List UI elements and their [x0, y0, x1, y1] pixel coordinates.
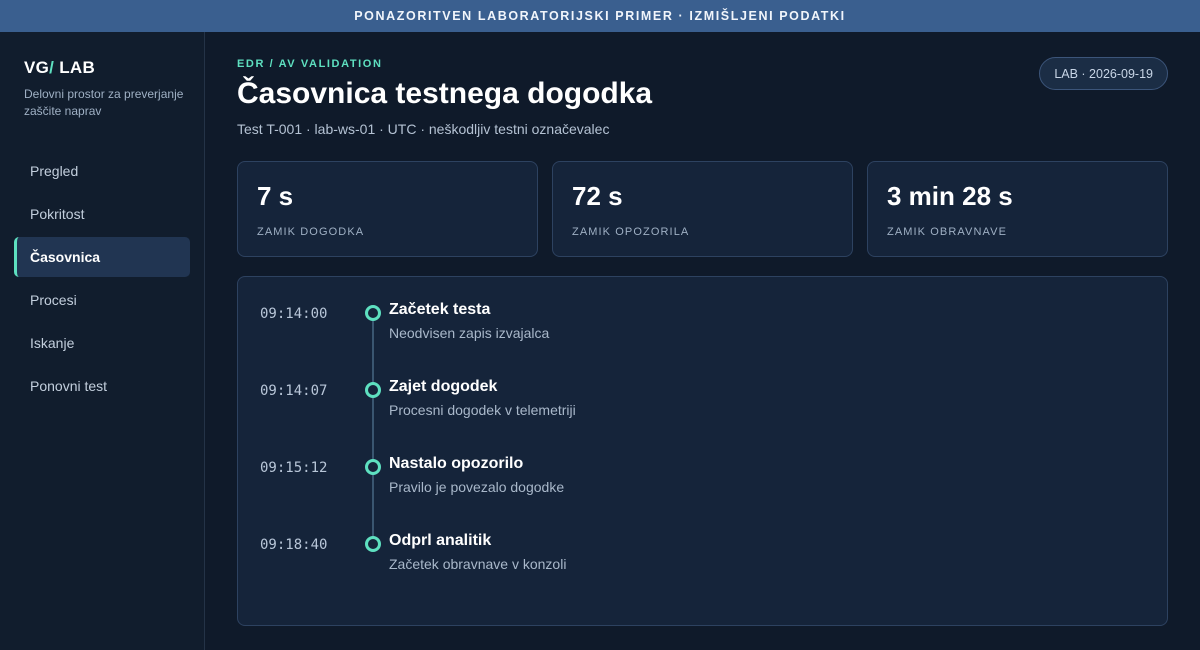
app-logo[interactable]: VG/ LAB: [14, 58, 190, 78]
page-title: Časovnica testnega dogodka: [237, 77, 653, 110]
metric-card-alert-delay: 72 s ZAMIK OPOZORILA: [552, 161, 853, 257]
metric-value: 7 s: [257, 181, 294, 211]
date-badge: LAB · 2026-09-19: [1039, 57, 1168, 90]
app-tagline: Delovni prostor za preverjanje zaščite n…: [24, 87, 184, 118]
logo-suffix: LAB: [54, 58, 96, 77]
timeline-dot-icon: [365, 382, 381, 398]
logo-main: VG: [24, 58, 50, 77]
sidebar-item-pokritost[interactable]: Pokritost: [14, 194, 190, 234]
event-time: 09:15:12: [260, 460, 328, 476]
metric-label: ZAMIK DOGODKA: [257, 226, 365, 238]
main-content: EDR / AV VALIDATION Časovnica testnega d…: [237, 32, 1168, 650]
event-description: Neodvisen zapis izvajalca: [389, 325, 550, 341]
event-title: Začetek testa: [389, 301, 491, 318]
sidebar-item-casovnica[interactable]: Časovnica: [14, 237, 190, 277]
timeline-dot-icon: [365, 536, 381, 552]
metric-label: ZAMIK OBRAVNAVE: [887, 226, 1008, 238]
metric-value: 3 min 28 s: [887, 181, 1013, 211]
timeline-panel: 09:14:00 Začetek testa Neodvisen zapis i…: [237, 276, 1168, 626]
sidebar-item-pregled[interactable]: Pregled: [14, 151, 190, 191]
timeline-event[interactable]: 09:15:12 Nastalo opozorilo Pravilo je po…: [238, 455, 1138, 515]
metric-card-response-delay: 3 min 28 s ZAMIK OBRAVNAVE: [867, 161, 1168, 257]
sidebar-item-procesi[interactable]: Procesi: [14, 280, 190, 320]
event-time: 09:14:00: [260, 306, 328, 322]
event-description: Pravilo je povezalo dogodke: [389, 479, 565, 495]
timeline-event[interactable]: 09:18:40 Odprl analitik Začetek obravnav…: [238, 532, 1138, 592]
event-time: 09:18:40: [260, 537, 328, 553]
sidebar-nav: Pregled Pokritost Časovnica Procesi Iska…: [14, 151, 190, 406]
section-eyebrow: EDR / AV VALIDATION: [237, 58, 383, 70]
sidebar: VG/ LAB Delovni prostor za preverjanje z…: [0, 32, 205, 650]
metric-label: ZAMIK OPOZORILA: [572, 226, 690, 238]
metric-value: 72 s: [572, 181, 623, 211]
timeline-dot-icon: [365, 459, 381, 475]
event-description: Začetek obravnave v konzoli: [389, 556, 567, 572]
event-title: Nastalo opozorilo: [389, 455, 524, 472]
event-title: Odprl analitik: [389, 532, 492, 549]
metric-card-event-delay: 7 s ZAMIK DOGODKA: [237, 161, 538, 257]
sidebar-item-iskanje[interactable]: Iskanje: [14, 323, 190, 363]
event-title: Zajet dogodek: [389, 378, 498, 395]
top-banner: PONAZORITVEN LABORATORIJSKI PRIMER · IZM…: [0, 0, 1200, 32]
timeline-dot-icon: [365, 305, 381, 321]
timeline-event[interactable]: 09:14:07 Zajet dogodek Procesni dogodek …: [238, 378, 1138, 438]
page-subtitle: Test T-001 · lab-ws-01 · UTC · neškodlji…: [237, 121, 610, 137]
sidebar-item-ponovni-test[interactable]: Ponovni test: [14, 366, 190, 406]
event-time: 09:14:07: [260, 383, 328, 399]
metrics-row: 7 s ZAMIK DOGODKA 72 s ZAMIK OPOZORILA 3…: [237, 161, 1168, 257]
event-description: Procesni dogodek v telemetriji: [389, 402, 576, 418]
timeline-event[interactable]: 09:14:00 Začetek testa Neodvisen zapis i…: [238, 301, 1138, 361]
